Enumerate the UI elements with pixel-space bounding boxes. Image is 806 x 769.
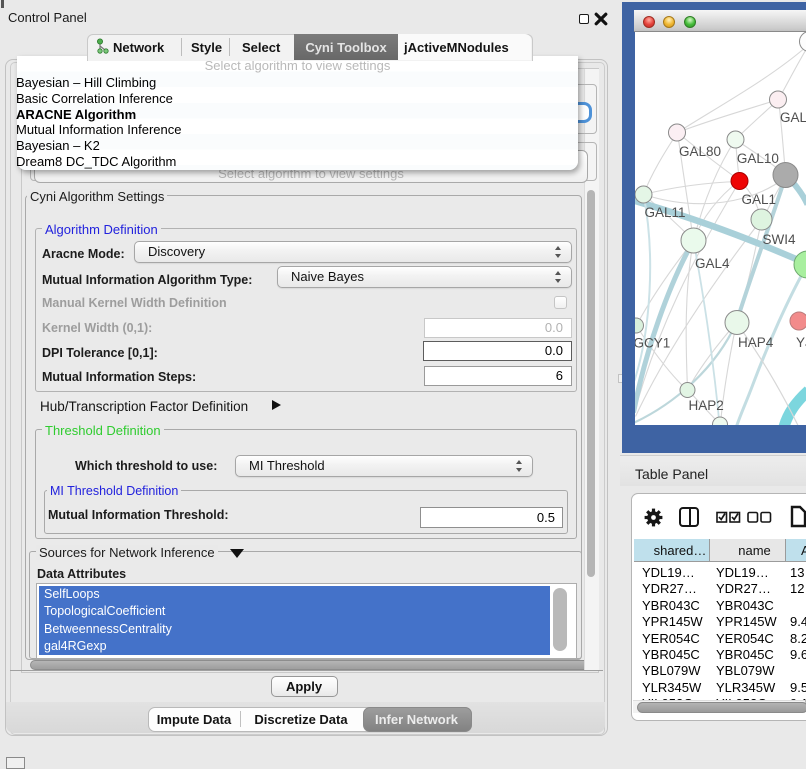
svg-text:GAL11: GAL11: [644, 205, 685, 220]
svg-text:GAL1: GAL1: [741, 192, 776, 207]
svg-text:HAP2: HAP2: [688, 398, 723, 413]
svg-text:SWI4: SWI4: [762, 232, 795, 247]
svg-text:GAL2: GAL2: [780, 110, 806, 125]
svg-text:GCY1: GCY1: [635, 335, 670, 350]
svg-text:GAL4: GAL4: [695, 256, 730, 271]
svg-text:YJL: YJL: [796, 335, 806, 350]
svg-text:HAP4: HAP4: [738, 335, 774, 350]
svg-text:GAL10: GAL10: [736, 151, 778, 166]
svg-text:GAL80: GAL80: [679, 144, 721, 159]
